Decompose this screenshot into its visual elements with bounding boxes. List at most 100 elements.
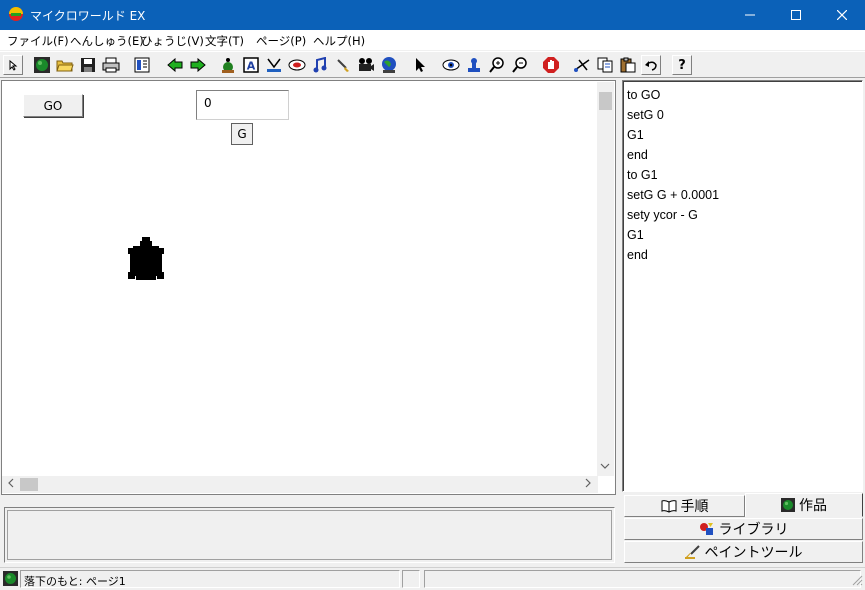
command-center[interactable]: [4, 507, 615, 563]
tab-library[interactable]: ライブラリ: [624, 518, 863, 540]
scroll-left-icon[interactable]: [7, 477, 15, 489]
menu-edit[interactable]: へんしゅう(E): [70, 33, 144, 49]
slider-button[interactable]: [264, 55, 284, 75]
music-button[interactable]: [310, 55, 330, 75]
tab-paint[interactable]: ペイントツール: [624, 541, 863, 563]
vertical-scrollbar[interactable]: [597, 82, 614, 476]
menu-help[interactable]: ヘルプ(H): [313, 33, 365, 49]
video-icon: [359, 58, 374, 71]
code-line: G1: [627, 228, 644, 242]
zoom-out-button[interactable]: [510, 55, 530, 75]
music-icon: [313, 57, 327, 73]
video-button[interactable]: [356, 55, 376, 75]
forward-button[interactable]: [188, 55, 208, 75]
zoom-in-button[interactable]: [487, 55, 507, 75]
horizontal-scroll-thumb[interactable]: [20, 478, 38, 491]
tab-works-label: 作品: [799, 498, 827, 514]
app-logo-icon: [9, 7, 23, 21]
button-tool-button[interactable]: [287, 55, 307, 75]
g-value-box[interactable]: 0: [196, 90, 289, 120]
layout-icon: [134, 57, 150, 73]
paste-button[interactable]: [618, 55, 638, 75]
save-icon: [81, 58, 95, 72]
help-button[interactable]: ?: [672, 55, 692, 75]
shapes-icon: [699, 523, 713, 535]
maximize-icon: [791, 10, 801, 20]
back-button[interactable]: [165, 55, 185, 75]
menu-text[interactable]: 文字(T): [205, 33, 244, 49]
stamp-icon: [468, 58, 480, 72]
scroll-down-icon[interactable]: [600, 462, 610, 470]
paste-icon: [620, 57, 636, 73]
scissors-icon: [574, 59, 590, 72]
globe-button[interactable]: [32, 55, 52, 75]
help-icon: ?: [678, 57, 686, 73]
button-tool-icon: [288, 59, 306, 71]
scroll-right-icon[interactable]: [584, 477, 592, 489]
code-line: end: [627, 248, 648, 262]
eye-icon: [442, 59, 460, 71]
undo-icon: [645, 61, 657, 71]
tab-paint-label: ペイントツール: [704, 545, 803, 561]
cursor-small-button[interactable]: [3, 55, 23, 75]
horizontal-scrollbar[interactable]: [2, 476, 598, 493]
page-canvas[interactable]: [1, 80, 616, 495]
go-button[interactable]: GO: [23, 94, 83, 117]
minimize-icon: [745, 14, 755, 16]
close-icon: [837, 10, 847, 20]
resize-grip-icon[interactable]: [849, 572, 863, 586]
maximize-button[interactable]: [773, 0, 819, 30]
paintbrush-button[interactable]: [333, 55, 353, 75]
turtle-hatch-button[interactable]: [218, 55, 238, 75]
menu-file[interactable]: ファイル(F): [7, 33, 69, 49]
code-line: sety ycor - G: [627, 208, 698, 222]
code-line: setG G + 0.0001: [627, 188, 720, 202]
copy-button[interactable]: [595, 55, 615, 75]
status-project-page: 落下のもと: ページ1: [20, 570, 400, 588]
pointer-button[interactable]: [410, 55, 430, 75]
minimize-button[interactable]: [727, 0, 773, 30]
eye-button[interactable]: [441, 55, 461, 75]
close-button[interactable]: [819, 0, 865, 30]
tab-works[interactable]: 作品: [745, 493, 863, 517]
scissors-button[interactable]: [572, 55, 592, 75]
paintbrush-icon: [684, 545, 700, 559]
zoom-in-icon: [489, 57, 504, 73]
layout-button[interactable]: [132, 55, 152, 75]
globe-icon: [3, 571, 18, 586]
stamp-button[interactable]: [464, 55, 484, 75]
window-title: マイクロワールド EX: [30, 9, 146, 23]
menu-view[interactable]: ひょうじ(V): [141, 33, 204, 49]
globe-blue-button[interactable]: [379, 55, 399, 75]
zoom-out-icon: [512, 57, 527, 73]
pointer-icon: [416, 58, 425, 72]
procedures-editor[interactable]: to GO setG 0 G1 end to G1 setG G + 0.000…: [622, 80, 863, 492]
code-line: end: [627, 148, 648, 162]
open-folder-button[interactable]: [55, 55, 75, 75]
code-line: G1: [627, 128, 644, 142]
globe-icon: [781, 498, 795, 512]
code-line: to G1: [627, 168, 658, 182]
tab-steps[interactable]: 手順: [624, 495, 745, 517]
title-bar: マイクロワールド EX: [0, 0, 865, 30]
stop-button[interactable]: [541, 55, 561, 75]
menu-page[interactable]: ページ(P): [256, 33, 306, 49]
tab-steps-label: 手順: [680, 499, 709, 515]
tab-library-label: ライブラリ: [718, 522, 789, 538]
undo-button[interactable]: [641, 55, 661, 75]
code-line: to GO: [627, 88, 661, 102]
save-button[interactable]: [78, 55, 98, 75]
book-icon: [661, 500, 676, 513]
svg-text:A: A: [247, 60, 256, 73]
globe-blue-icon: [382, 57, 396, 73]
open-folder-icon: [56, 60, 74, 72]
g-button[interactable]: G: [231, 123, 253, 145]
print-button[interactable]: [101, 55, 121, 75]
vertical-scroll-thumb[interactable]: [599, 92, 612, 110]
copy-icon: [597, 57, 613, 73]
turtle-icon[interactable]: [126, 236, 166, 286]
command-center-input[interactable]: [7, 510, 612, 560]
toolbar: A ?: [0, 51, 865, 78]
status-cell: [402, 570, 420, 588]
text-box-button[interactable]: A: [241, 55, 261, 75]
